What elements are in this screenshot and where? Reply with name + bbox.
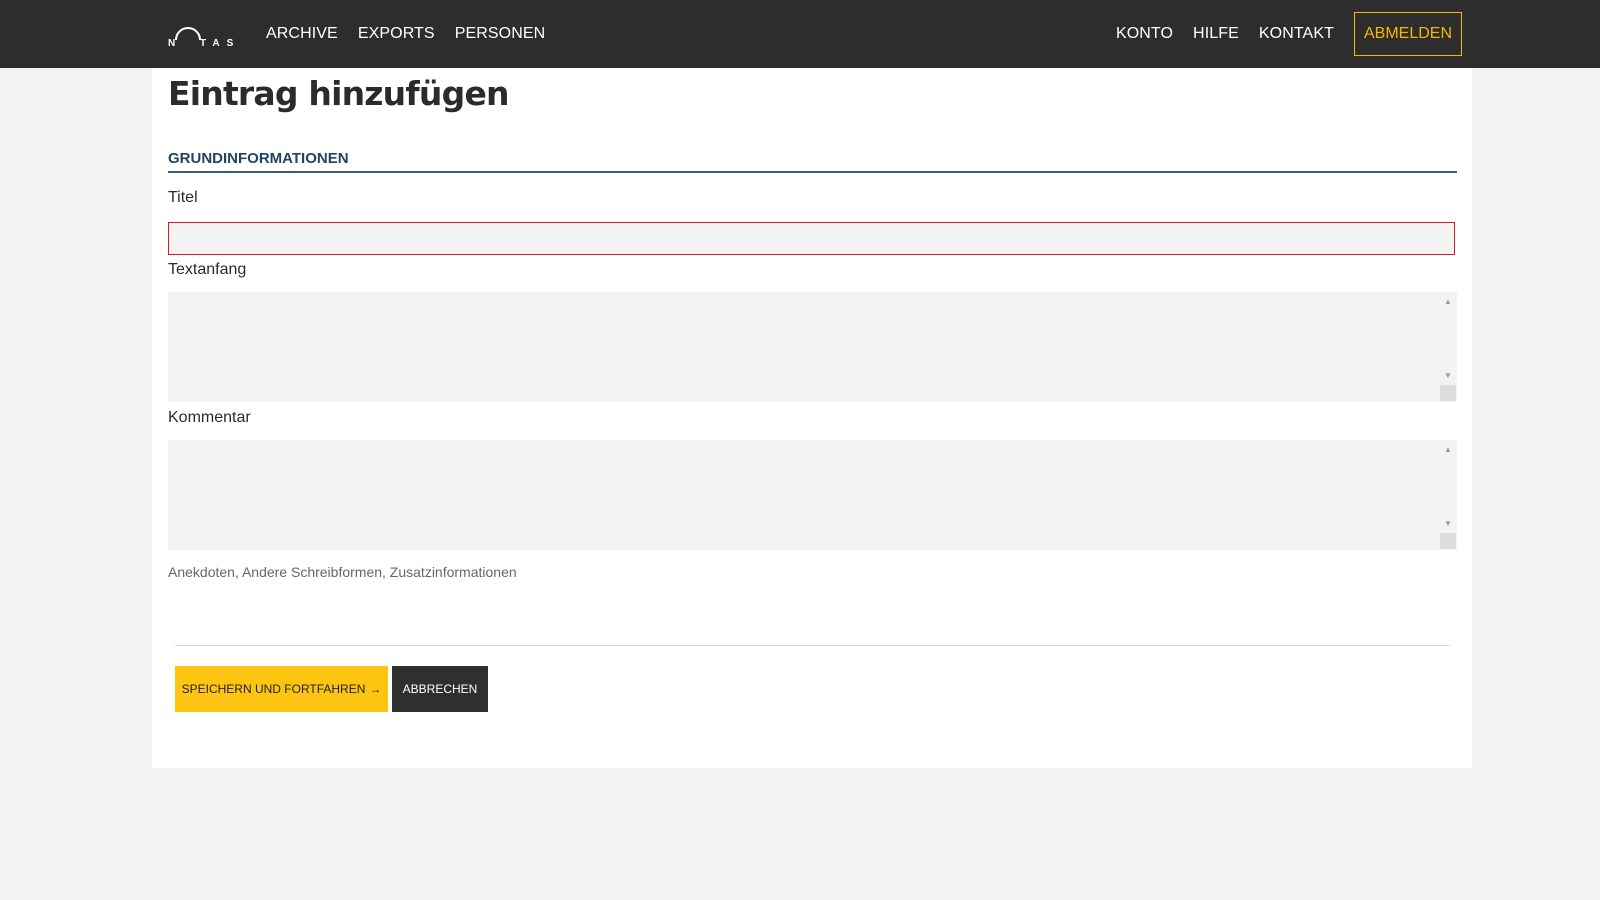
arrow-right-icon: → [369, 682, 382, 696]
chevron-up-icon[interactable]: ▲ [1444, 298, 1452, 306]
nav-archive[interactable]: ARCHIVE [266, 25, 338, 43]
nav-exports[interactable]: EXPORTS [358, 25, 435, 43]
resize-grip-icon[interactable] [1440, 385, 1456, 401]
chevron-down-icon[interactable]: ▼ [1444, 372, 1452, 380]
comment-textarea[interactable]: ▲ ▼ [168, 440, 1457, 550]
text-start-label: Textanfang [168, 261, 247, 278]
save-and-continue-button[interactable]: SPEICHERN UND FORTFAHREN → [175, 666, 388, 712]
chevron-up-icon[interactable]: ▲ [1444, 446, 1452, 454]
top-navigation-bar: N TAS ARCHIVE EXPORTS PERSONEN KONTO HIL… [0, 0, 1600, 68]
comment-help-text: Anekdoten, Andere Schreibformen, Zusatzi… [168, 564, 517, 580]
main-navigation: ARCHIVE EXPORTS PERSONEN [266, 0, 545, 68]
save-and-continue-label: SPEICHERN UND FORTFAHREN [181, 682, 366, 696]
logout-button[interactable]: ABMELDEN [1353, 12, 1462, 56]
account-navigation: KONTO HILFE KONTAKT ABMELDEN [1116, 0, 1462, 68]
svg-text:N: N [168, 38, 182, 48]
page-title: Eintrag hinzufügen [168, 74, 510, 113]
cancel-label: ABBRECHEN [402, 682, 478, 696]
chevron-down-icon[interactable]: ▼ [1444, 520, 1452, 528]
logo-icon: N TAS [168, 27, 234, 48]
nav-hilfe[interactable]: HILFE [1193, 25, 1239, 43]
nav-kontakt[interactable]: KONTAKT [1259, 25, 1334, 43]
notas-logo[interactable]: N TAS [168, 16, 234, 48]
title-label: Titel [168, 189, 198, 206]
nav-personen[interactable]: PERSONEN [455, 25, 546, 43]
nav-konto[interactable]: KONTO [1116, 25, 1173, 43]
text-start-textarea[interactable]: ▲ ▼ [168, 292, 1457, 402]
title-input[interactable] [168, 222, 1455, 255]
content-panel: Eintrag hinzufügen GRUNDINFORMATIONEN Ti… [152, 68, 1472, 768]
resize-grip-icon[interactable] [1440, 533, 1456, 549]
svg-text:TAS: TAS [200, 38, 234, 48]
cancel-button[interactable]: ABBRECHEN [392, 666, 488, 712]
section-header-grundinformationen: GRUNDINFORMATIONEN [168, 150, 1457, 173]
comment-label: Kommentar [168, 409, 251, 426]
divider [175, 645, 1450, 646]
